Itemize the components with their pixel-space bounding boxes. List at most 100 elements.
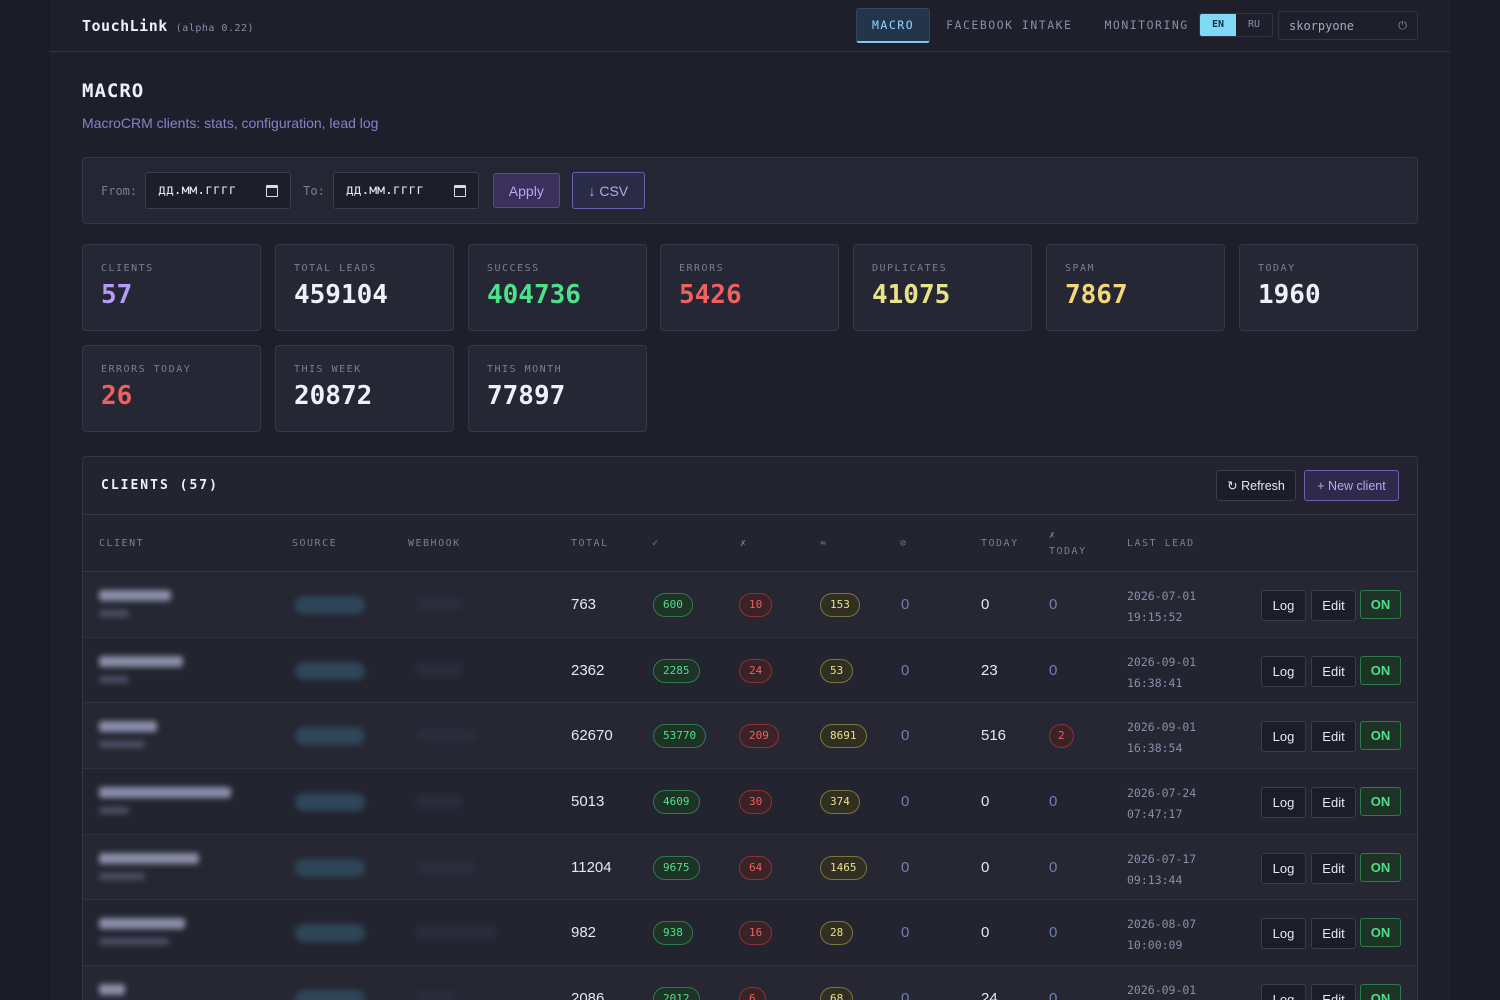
status-toggle[interactable]: ON [1360,984,1401,1000]
col-source[interactable]: SOURCE [292,538,337,549]
stat-card-errors-today: ERRORS TODAY 26 [82,345,261,432]
webhook-redacted [416,859,476,874]
refresh-button[interactable]: ↻ Refresh [1216,470,1296,501]
edit-button[interactable]: Edit [1311,918,1356,950]
stat-card-errors: ERRORS 5426 [660,244,839,331]
stat-card-spam: SPAM 7867 [1046,244,1225,331]
table-row[interactable]: 2362 2285 24 53 0 23 0 2026-09-01 16:38:4… [83,638,1417,704]
lang-en-button[interactable]: EN [1200,14,1236,36]
col-webhook[interactable]: WEBHOOK [408,538,461,549]
stat-card-duplicates: DUPLICATES 41075 [853,244,1032,331]
errors-today-value: 0 [1049,924,1058,942]
to-date-value: дд.мм.гггг [345,183,425,198]
duplicates-pill: 53 [820,658,854,683]
col-success[interactable]: ✓ [652,538,660,549]
source-badge-redacted [295,727,365,746]
table-row[interactable]: 2086 2012 6 68 0 24 0 2026-09-01 Log Edi… [83,966,1417,1000]
spam-value: 0 [901,793,910,811]
errors-pill: 64 [739,855,773,880]
user-menu[interactable]: skorpyone ⏻ [1278,11,1418,40]
brand-logo[interactable]: TouchLink (alpha 0.22) [82,17,254,35]
status-toggle[interactable]: ON [1360,852,1401,882]
edit-button[interactable]: Edit [1311,655,1356,687]
table-row[interactable]: 5013 4609 30 374 0 0 0 2026-07-24 07:47:1… [83,769,1417,835]
col-errors-today[interactable]: TODAY [1049,546,1087,557]
col-client[interactable]: CLIENT [99,538,144,549]
today-value: 0 [981,858,990,876]
stat-value: 57 [101,280,133,310]
client-name-redacted [99,984,125,996]
table-row[interactable]: 982 938 16 28 0 0 0 2026-08-07 10:00:09 L… [83,900,1417,967]
page-subtitle: MacroCRM clients: stats, configuration, … [82,115,379,131]
client-id-redacted [99,741,145,749]
success-pill: 53770 [653,724,707,749]
status-toggle[interactable]: ON [1360,590,1401,619]
source-badge-redacted [295,858,365,877]
log-button[interactable]: Log [1261,655,1306,687]
last-lead-timestamp: 2026-09-01 16:38:41 [1127,652,1196,694]
status-toggle[interactable]: ON [1360,787,1401,817]
total-value: 2086 [571,990,605,1000]
spam-value: 0 [901,596,910,613]
tab-facebook-intake[interactable]: FACEBOOK INTAKE [930,8,1088,43]
col-spam[interactable]: ⊘ [900,538,908,549]
errors-today-value: 0 [1049,661,1058,679]
errors-today-pill: 2 [1049,724,1074,749]
new-client-button[interactable]: + New client [1304,470,1399,501]
col-today[interactable]: TODAY [981,538,1019,549]
last-lead-timestamp: 2026-07-01 19:15:52 [1127,586,1196,628]
duplicates-pill: 68 [820,987,854,1000]
edit-button[interactable]: Edit [1311,590,1356,621]
spam-value: 0 [901,727,910,745]
status-toggle[interactable]: ON [1360,918,1401,948]
col-last-lead[interactable]: LAST LEAD [1127,538,1195,549]
edit-button[interactable]: Edit [1311,721,1356,753]
log-button[interactable]: Log [1261,918,1306,950]
lang-ru-button[interactable]: RU [1236,14,1272,36]
edit-button[interactable]: Edit [1311,787,1356,819]
log-button[interactable]: Log [1261,852,1306,884]
status-toggle[interactable]: ON [1360,721,1401,751]
stat-value: 1960 [1258,280,1321,310]
last-lead-time: 16:38:54 [1127,741,1183,756]
today-value: 0 [981,793,990,811]
calendar-icon[interactable] [266,184,279,197]
brand-name: TouchLink [82,16,168,35]
stat-label: TOTAL LEADS [294,263,377,274]
tab-monitoring[interactable]: MONITORING [1088,8,1204,43]
table-header: CLIENT SOURCE WEBHOOK TOTAL ✓ ✗ ≈ ⊘ TODA… [83,515,1417,572]
stat-label: CLIENTS [101,263,154,274]
calendar-icon[interactable] [453,184,466,197]
table-row[interactable]: 62670 53770 209 8691 0 516 2 2026-09-01 1… [83,703,1417,770]
edit-button[interactable]: Edit [1311,984,1356,1000]
to-date-input[interactable]: дд.мм.гггг [332,172,479,209]
last-lead-time: 09:13:44 [1127,872,1183,887]
from-date-input[interactable]: дд.мм.гггг [145,172,292,209]
webhook-redacted [416,728,478,743]
success-pill: 2285 [653,658,700,683]
spam-value: 0 [901,990,910,1000]
edit-button[interactable]: Edit [1311,852,1356,884]
apply-button[interactable]: Apply [492,173,560,208]
stat-label: THIS WEEK [294,364,362,375]
csv-export-button[interactable]: ↓ CSV [571,172,645,209]
log-button[interactable]: Log [1261,787,1306,819]
col-errors-today-icon[interactable]: ✗ [1049,530,1057,541]
tab-macro[interactable]: MACRO [856,8,931,43]
power-icon[interactable]: ⏻ [1398,19,1407,33]
duplicates-pill: 153 [820,593,860,617]
last-lead-time: 10:00:09 [1127,938,1183,953]
col-errors[interactable]: ✗ [740,538,748,549]
stat-value: 404736 [487,280,581,310]
log-button[interactable]: Log [1261,984,1306,1000]
col-duplicates[interactable]: ≈ [820,538,828,549]
table-row[interactable]: 763 600 10 153 0 0 0 2026-07-01 19:15:52 … [83,572,1417,638]
status-toggle[interactable]: ON [1360,655,1401,685]
col-total[interactable]: TOTAL [571,538,609,549]
stat-value: 26 [101,381,133,411]
log-button[interactable]: Log [1261,590,1306,621]
table-row[interactable]: 11204 9675 64 1465 0 0 0 2026-07-17 09:13… [83,834,1417,901]
log-button[interactable]: Log [1261,721,1306,753]
today-value: 0 [981,596,990,613]
total-value: 5013 [571,793,605,811]
